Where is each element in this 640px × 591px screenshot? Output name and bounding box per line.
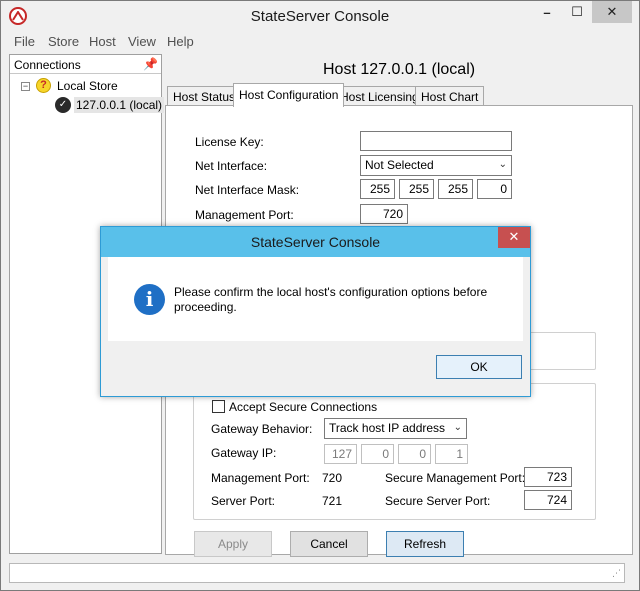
resize-grip-icon[interactable]: ⋰ [612, 568, 621, 579]
gateway-behavior-value: Track host IP address [329, 421, 446, 435]
pin-icon[interactable]: 📌 [143, 57, 158, 71]
dialog-close-button[interactable]: ✕ [498, 227, 530, 248]
net-mask-label: Net Interface Mask: [195, 183, 300, 197]
net-interface-select[interactable]: Not Selected ⌄ [360, 155, 512, 176]
gateway-ip-octet-4: 1 [435, 444, 468, 464]
secure-server-port-input[interactable]: 724 [524, 490, 572, 510]
secure-management-port-input[interactable]: 723 [524, 467, 572, 487]
menu-view[interactable]: View [128, 34, 156, 49]
menu-help[interactable]: Help [167, 34, 194, 49]
license-key-input[interactable] [360, 131, 512, 151]
maximize-button[interactable]: ☐ [562, 1, 592, 23]
ok-button[interactable]: OK [436, 355, 522, 379]
license-key-label: License Key: [195, 135, 264, 149]
server-port-label: Server Port: [211, 494, 276, 508]
net-mask-octet-4[interactable]: 0 [477, 179, 512, 199]
dialog-message: Please confirm the local host's configur… [174, 285, 488, 314]
net-mask-octet-1[interactable]: 255 [360, 179, 395, 199]
title-bar: StateServer Console – ☐ ✕ [1, 1, 639, 31]
gateway-ip-octet-1: 127 [324, 444, 357, 464]
refresh-button[interactable]: Refresh [386, 531, 464, 557]
gw-management-port-label: Management Port: [211, 471, 310, 485]
connections-header: Connections 📌 [10, 55, 161, 74]
net-mask-octet-2[interactable]: 255 [399, 179, 434, 199]
confirm-dialog: StateServer Console ✕ i Please confirm t… [100, 226, 531, 397]
tab-host-status[interactable]: Host Status [167, 86, 242, 106]
management-port-label: Management Port: [195, 208, 294, 222]
gateway-ip-label: Gateway IP: [211, 446, 277, 460]
cancel-button[interactable]: Cancel [290, 531, 368, 557]
gateway-behavior-select[interactable]: Track host IP address ⌄ [324, 418, 467, 439]
management-port-input[interactable]: 720 [360, 204, 408, 224]
menu-bar: File Store Host View Help [1, 32, 639, 52]
host-title: Host 127.0.0.1 (local) [323, 61, 476, 78]
server-port-value: 721 [322, 494, 343, 508]
net-mask-octet-3[interactable]: 255 [438, 179, 473, 199]
apply-button[interactable]: Apply [194, 531, 272, 557]
minimize-button[interactable]: – [532, 1, 562, 23]
dialog-body: i Please confirm the local host's config… [108, 257, 523, 341]
menu-store[interactable]: Store [48, 34, 79, 49]
tree-collapse-icon[interactable]: − [21, 82, 30, 91]
gateway-ip-octet-2: 0 [361, 444, 394, 464]
tab-host-licensing[interactable]: Host Licensing [334, 86, 425, 106]
chevron-down-icon: ⌄ [453, 422, 462, 433]
question-icon: ? [36, 78, 51, 93]
close-button[interactable]: ✕ [592, 1, 632, 23]
secure-server-port-label: Secure Server Port: [385, 494, 491, 508]
tab-host-configuration[interactable]: Host Configuration [233, 83, 345, 107]
tab-host-chart[interactable]: Host Chart [415, 86, 485, 106]
secure-management-port-label: Secure Management Port: [385, 471, 526, 485]
dialog-title: StateServer Console [250, 234, 381, 250]
chevron-down-icon: ⌄ [498, 159, 507, 170]
tree-item-host[interactable]: 127.0.0.1 (local) [74, 97, 165, 113]
accept-secure-checkbox[interactable] [212, 400, 225, 413]
menu-file[interactable]: File [14, 34, 35, 49]
gw-management-port-value: 720 [322, 471, 343, 485]
net-interface-value: Not Selected [365, 158, 434, 172]
status-bar: ⋰ [9, 563, 625, 583]
net-interface-label: Net Interface: [195, 159, 268, 173]
gateway-behavior-label: Gateway Behavior: [211, 422, 313, 436]
info-icon: i [134, 284, 165, 315]
gateway-ip-octet-3: 0 [398, 444, 431, 464]
host-icon: ✓ [55, 97, 71, 113]
accept-secure-label: Accept Secure Connections [229, 400, 378, 414]
connections-title: Connections [14, 58, 81, 72]
dialog-title-bar: StateServer Console ✕ [101, 227, 530, 257]
menu-host[interactable]: Host [89, 34, 116, 49]
tree-item-local-store[interactable]: Local Store [57, 79, 118, 93]
